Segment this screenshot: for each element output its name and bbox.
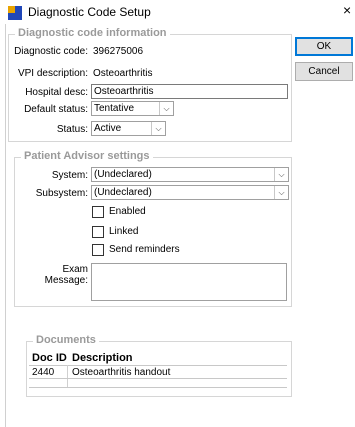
hospital-desc-input[interactable]: Osteoarthritis <box>91 84 288 99</box>
system-label: System: <box>51 170 88 181</box>
chevron-down-icon[interactable]: ⌵ <box>151 122 165 135</box>
chevron-down-icon[interactable]: ⌵ <box>274 186 288 199</box>
default-status-select[interactable]: Tentative ⌵ <box>91 101 174 116</box>
default-status-value: Tentative <box>94 103 135 114</box>
documents-legend: Documents <box>33 334 99 346</box>
patient-advisor-legend: Patient Advisor settings <box>21 150 153 162</box>
chevron-down-icon[interactable]: ⌵ <box>274 168 288 181</box>
exam-label: Exam <box>62 264 88 275</box>
enabled-checkbox[interactable] <box>92 206 104 218</box>
ok-button[interactable]: OK <box>295 37 353 56</box>
column-header-description[interactable]: Description <box>72 352 133 364</box>
doc-id-cell[interactable]: 2440 <box>32 367 54 378</box>
status-value: Active <box>94 123 122 134</box>
app-window-icon <box>8 6 22 20</box>
row-divider <box>29 378 287 379</box>
vpi-description-value: Osteoarthritis <box>93 68 153 79</box>
linked-label[interactable]: Linked <box>109 226 138 237</box>
subsystem-label: Subsystem: <box>35 188 88 199</box>
default-status-label: Default status: <box>24 104 88 115</box>
window-title: Diagnostic Code Setup <box>28 5 151 19</box>
chevron-down-icon[interactable]: ⌵ <box>159 102 173 115</box>
system-value: (Undeclared) <box>94 169 152 180</box>
enabled-label[interactable]: Enabled <box>109 206 146 217</box>
status-select[interactable]: Active ⌵ <box>91 121 166 136</box>
column-divider <box>67 365 68 387</box>
description-cell[interactable]: Osteoarthritis handout <box>72 367 170 378</box>
linked-checkbox[interactable] <box>92 226 104 238</box>
send-reminders-checkbox[interactable] <box>92 244 104 256</box>
code-info-legend: Diagnostic code information <box>15 27 170 39</box>
documents-table: Doc ID Description 2440 Osteoarthritis h… <box>29 350 287 392</box>
subsystem-select[interactable]: (Undeclared) ⌵ <box>91 185 289 200</box>
column-header-doc-id[interactable]: Doc ID <box>32 352 67 364</box>
exam-message-label: Message: <box>44 275 88 286</box>
cancel-button[interactable]: Cancel <box>295 62 353 81</box>
row-divider <box>29 387 287 388</box>
close-icon[interactable]: × <box>343 3 351 17</box>
diagnostic-code-label: Diagnostic code: <box>14 46 88 57</box>
dialog-left-border <box>5 24 6 427</box>
system-select[interactable]: (Undeclared) ⌵ <box>91 167 289 182</box>
status-label: Status: <box>56 124 88 135</box>
diagnostic-code-value: 396275006 <box>93 46 144 57</box>
send-reminders-label[interactable]: Send reminders <box>109 244 180 255</box>
vpi-description-label: VPI description: <box>17 68 88 79</box>
title-bar: Diagnostic Code Setup × <box>0 0 355 24</box>
subsystem-value: (Undeclared) <box>94 187 152 198</box>
exam-message-textarea[interactable] <box>91 263 287 301</box>
hospital-desc-label: Hospital desc: <box>25 87 88 98</box>
